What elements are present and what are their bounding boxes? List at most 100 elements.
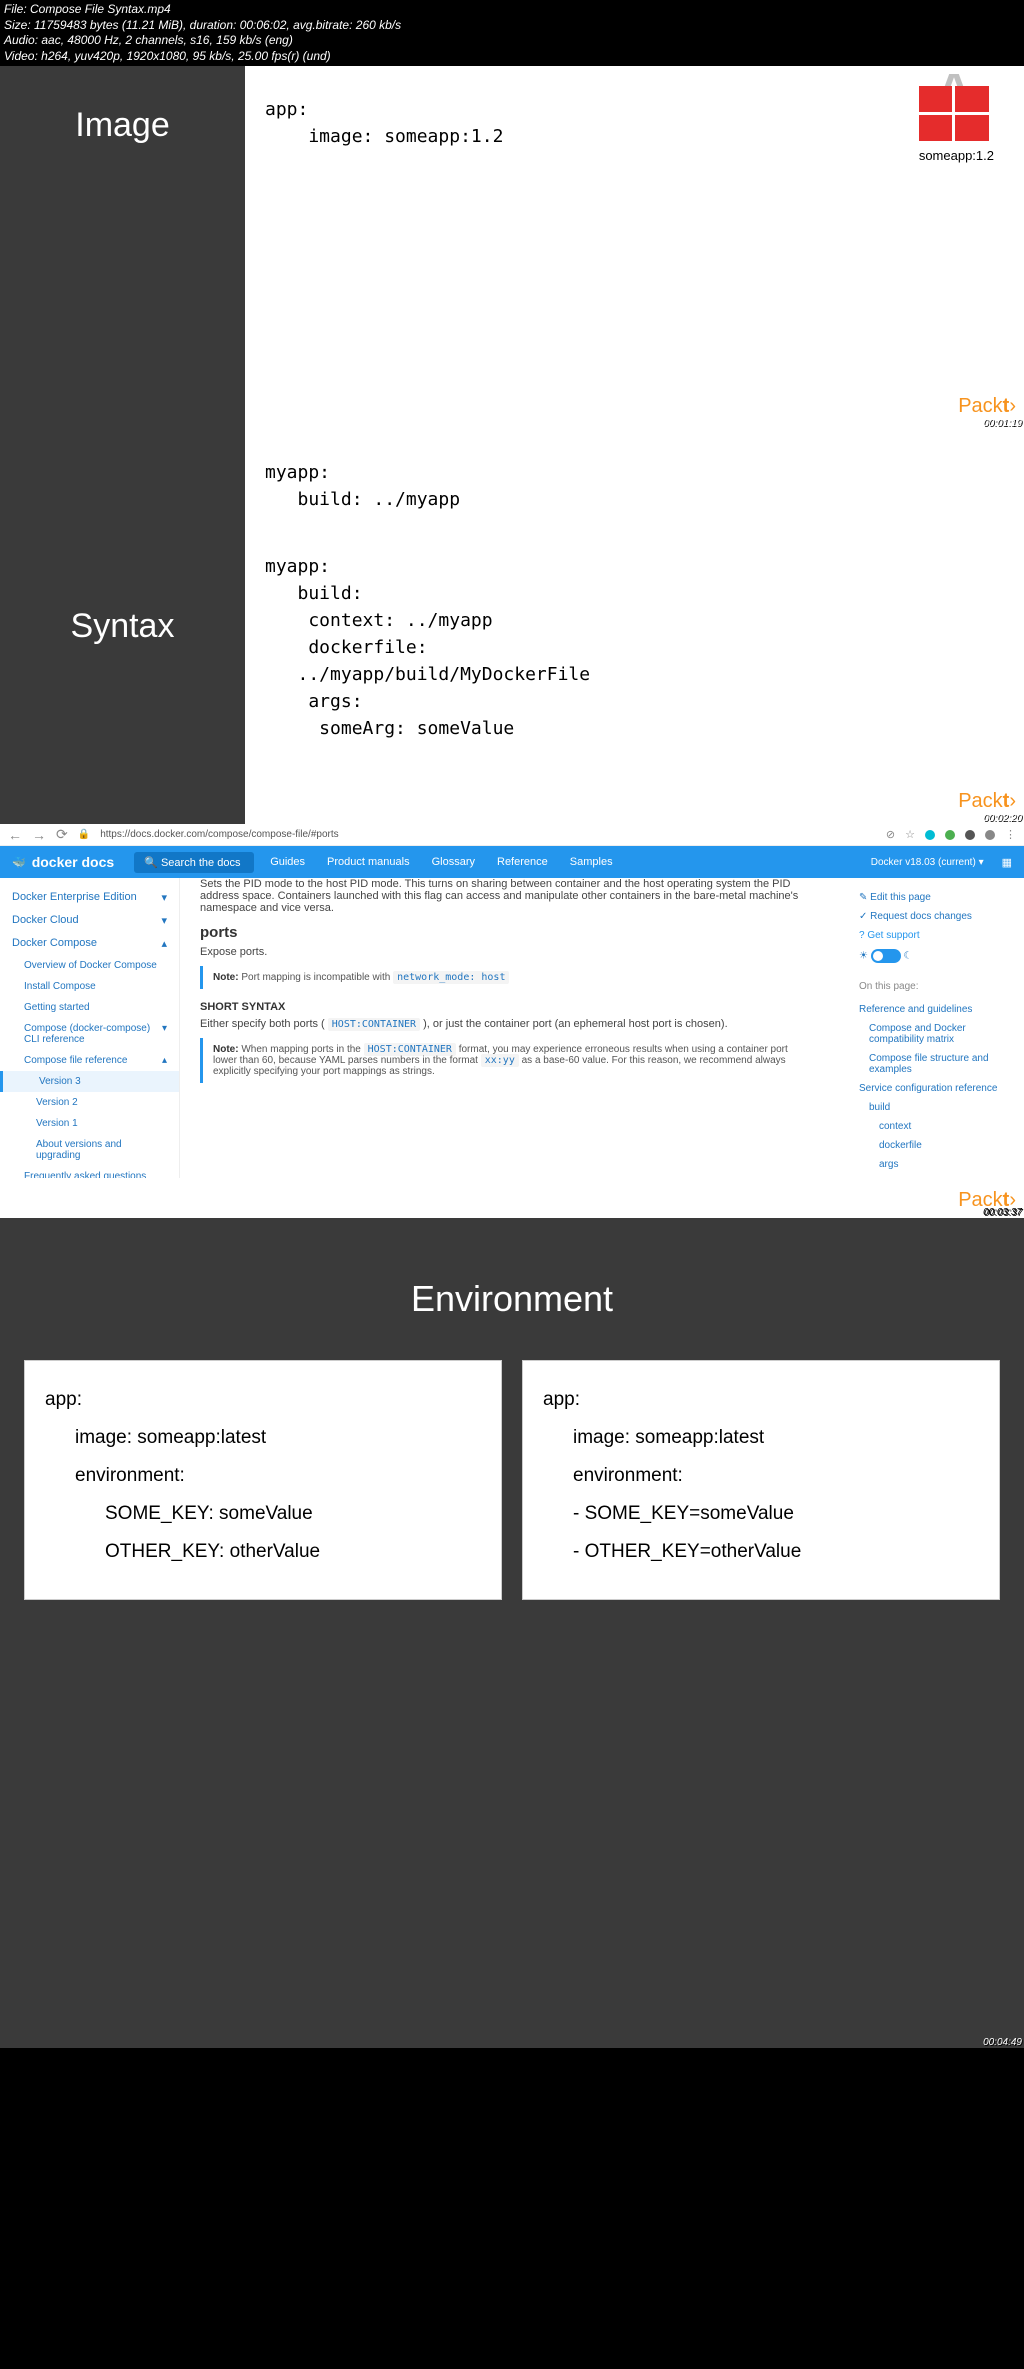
grid-icon[interactable]: ▦ <box>1002 856 1012 869</box>
panel-left: Image <box>0 66 245 429</box>
code-block-1: myapp: build: ../myapp <box>265 459 1004 513</box>
panel-image: Image app: image: someapp:1.2 someapp:1.… <box>0 66 1024 429</box>
sidebar-item-v2[interactable]: Version 2 <box>0 1092 179 1113</box>
meta-file: File: Compose File Syntax.mp4 <box>4 2 1020 18</box>
sidebar-item-install[interactable]: Install Compose <box>0 976 179 997</box>
note-2: Note: When mapping ports in the HOST:CON… <box>200 1038 824 1083</box>
note-1: Note: Port mapping is incompatible with … <box>200 966 824 989</box>
sidebar-item-ee[interactable]: Docker Enterprise Edition▾ <box>0 886 179 909</box>
c1-l4: SOME_KEY: someValue <box>45 1495 481 1533</box>
toc-dockerfile[interactable]: dockerfile <box>859 1136 1009 1155</box>
c1-l3: environment: <box>45 1457 481 1495</box>
toc-args[interactable]: args <box>859 1155 1009 1174</box>
c2-l1: app: <box>543 1381 979 1419</box>
panel-title: Image <box>75 106 170 145</box>
panel-title: Syntax <box>71 607 175 646</box>
ports-heading: ports <box>200 924 824 941</box>
content-wrap: Docker Enterprise Edition▾ Docker Cloud▾… <box>0 878 1024 1178</box>
code-block: app: image: someapp:1.2 <box>265 96 1004 150</box>
onpage-label: On this page: <box>859 977 1009 996</box>
gift-icon <box>919 86 989 141</box>
panel-left: Syntax <box>0 429 245 824</box>
intro-text: Sets the PID mode to the host PID mode. … <box>200 878 824 914</box>
c1-l5: OTHER_KEY: otherValue <box>45 1533 481 1571</box>
env-header: Environment <box>0 1218 1024 1360</box>
packt-logo: Packt› <box>958 391 1016 421</box>
toolbar-right: ⊘ ☆ ⋮ <box>886 828 1016 841</box>
whale-icon: 🐳 <box>12 856 26 869</box>
sidebar-item-cloud[interactable]: Docker Cloud▾ <box>0 909 179 932</box>
sync-icon[interactable]: ⊘ <box>886 828 895 841</box>
ext-icon-3[interactable] <box>965 830 975 840</box>
toc-build[interactable]: build <box>859 1098 1009 1117</box>
c1-l2: image: someapp:latest <box>45 1419 481 1457</box>
nav-samples[interactable]: Samples <box>570 856 613 868</box>
toc-service[interactable]: Service configuration reference <box>859 1079 1009 1098</box>
main-content: Sets the PID mode to the host PID mode. … <box>180 878 844 1178</box>
avatar-icon[interactable] <box>985 830 995 840</box>
toc-compat[interactable]: Compose and Docker compatibility matrix <box>859 1019 1009 1049</box>
panel-environment: Environment app: image: someapp:latest e… <box>0 1218 1024 2048</box>
sidebar-item-getting[interactable]: Getting started <box>0 997 179 1018</box>
star-icon[interactable]: ☆ <box>905 828 915 841</box>
meta-size: Size: 11759483 bytes (11.21 MiB), durati… <box>4 18 1020 34</box>
site-logo[interactable]: docker docs <box>32 854 114 870</box>
timestamp: 00:01:19 <box>983 418 1022 429</box>
meta-video: Video: h264, yuv420p, 1920x1080, 95 kb/s… <box>4 49 1020 65</box>
ext-icon-1[interactable] <box>925 830 935 840</box>
panel-syntax: Syntax myapp: build: ../myapp myapp: bui… <box>0 429 1024 824</box>
file-meta: File: Compose File Syntax.mp4 Size: 1175… <box>0 0 1024 66</box>
expose-text: Expose ports. <box>200 946 824 958</box>
env-card-1: app: image: someapp:latest environment: … <box>24 1360 502 1600</box>
right-column: ✎ Edit this page ✓ Request docs changes … <box>844 878 1024 1178</box>
nav-reference[interactable]: Reference <box>497 856 548 868</box>
env-card-2: app: image: someapp:latest environment: … <box>522 1360 1000 1600</box>
below-browser: Packt› 00:03:37 <box>0 1178 1024 1218</box>
nav-glossary[interactable]: Glossary <box>432 856 475 868</box>
lock-icon: 🔒 <box>78 829 90 840</box>
edit-link[interactable]: ✎ Edit this page <box>859 888 1009 907</box>
sidebar-item-overview[interactable]: Overview of Docker Compose <box>0 955 179 976</box>
menu-icon[interactable]: ⋮ <box>1005 828 1016 841</box>
reload-icon[interactable]: ⟳ <box>56 826 68 843</box>
sidebar-item-v1[interactable]: Version 1 <box>0 1113 179 1134</box>
sidebar-item-fileref[interactable]: Compose file reference▴ <box>0 1050 179 1071</box>
nav-guides[interactable]: Guides <box>270 856 305 868</box>
timestamp: 00:04:49 <box>983 2037 1022 2048</box>
sidebar-item-compose[interactable]: Docker Compose▴ <box>0 932 179 955</box>
support-link[interactable]: ? Get support <box>859 926 1009 945</box>
forward-icon[interactable]: → <box>32 827 46 843</box>
toc-context[interactable]: context <box>859 1117 1009 1136</box>
browser-toolbar: ← → ⟳ 🔒 https://docs.docker.com/compose/… <box>0 824 1024 846</box>
app-logo: someapp:1.2 <box>919 86 994 166</box>
ext-icon-2[interactable] <box>945 830 955 840</box>
code-block-2: myapp: build: context: ../myapp dockerfi… <box>265 553 1004 742</box>
short-syntax-heading: SHORT SYNTAX <box>200 1001 824 1013</box>
back-icon[interactable]: ← <box>8 827 22 843</box>
c2-l3: environment: <box>543 1457 979 1495</box>
packt-logo: Packt› <box>958 786 1016 816</box>
toc-ref[interactable]: Reference and guidelines <box>859 1000 1009 1019</box>
spec-text: Either specify both ports ( HOST:CONTAIN… <box>200 1018 824 1030</box>
panel-right: app: image: someapp:1.2 someapp:1.2 Pack… <box>245 66 1024 429</box>
theme-toggle[interactable]: ☀ ☾ <box>859 945 1009 967</box>
sidebar-item-faq[interactable]: Frequently asked questions <box>0 1166 179 1178</box>
c1-l1: app: <box>45 1381 481 1419</box>
meta-audio: Audio: aac, 48000 Hz, 2 channels, s16, 1… <box>4 33 1020 49</box>
nav-manuals[interactable]: Product manuals <box>327 856 410 868</box>
timestamp: 00:03:37 <box>983 1207 1022 1218</box>
toc-struct[interactable]: Compose file structure and examples <box>859 1049 1009 1079</box>
env-title: Environment <box>411 1278 613 1319</box>
c2-l5: - OTHER_KEY=otherValue <box>543 1533 979 1571</box>
url-bar[interactable]: https://docs.docker.com/compose/compose-… <box>100 829 338 840</box>
sidebar-item-about[interactable]: About versions and upgrading <box>0 1134 179 1166</box>
search-input[interactable]: 🔍 Search the docs <box>134 852 254 873</box>
sidebar-item-v3[interactable]: Version 3 <box>0 1071 179 1092</box>
env-cards: app: image: someapp:latest environment: … <box>0 1360 1024 1600</box>
sidebar-item-cli[interactable]: Compose (docker-compose) CLI reference▾ <box>0 1018 179 1050</box>
version-select[interactable]: Docker v18.03 (current) ▾ <box>871 857 994 868</box>
c2-l2: image: someapp:latest <box>543 1419 979 1457</box>
request-link[interactable]: ✓ Request docs changes <box>859 907 1009 926</box>
site-header: 🐳 docker docs 🔍 Search the docs Guides P… <box>0 846 1024 878</box>
logo-label: someapp:1.2 <box>919 146 994 166</box>
